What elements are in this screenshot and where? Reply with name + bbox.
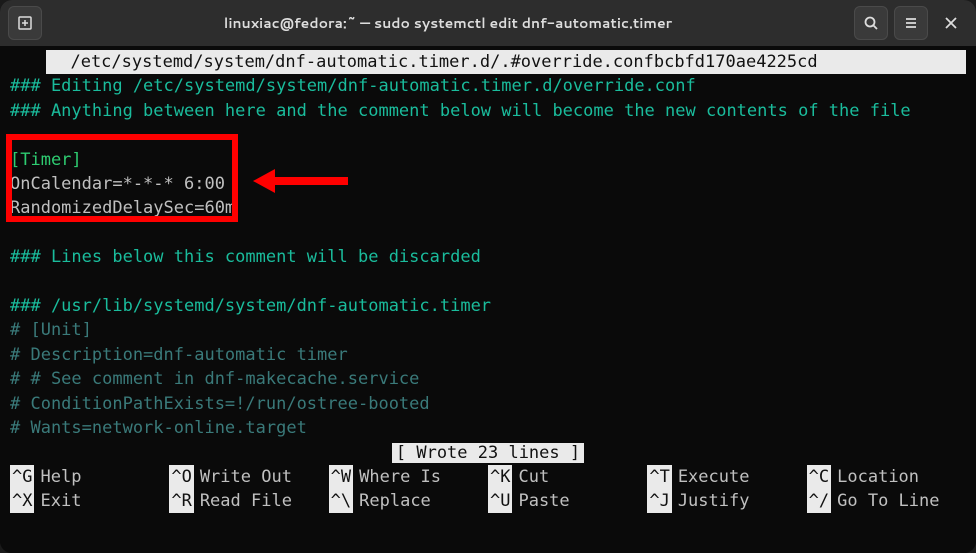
nano-path-display: /etc/systemd/system/dnf-automatic.timer.… — [46, 50, 966, 74]
editor-comment: # # See comment in dnf-makecache.service — [10, 367, 966, 391]
terminal-area[interactable]: /etc/systemd/system/dnf-automatic.timer.… — [0, 46, 976, 553]
shortcut-label: Location — [837, 465, 919, 489]
editor-comment: # ConditionPathExists=!/run/ostree-boote… — [10, 392, 966, 416]
shortcut-key: ^R — [169, 489, 193, 513]
shortcut-label: Exit — [40, 489, 81, 513]
terminal-window: linuxiac@fedora:~ — sudo systemctl edit … — [0, 0, 976, 553]
shortcut-key: ^X — [10, 489, 34, 513]
search-button[interactable] — [854, 6, 888, 40]
shortcut-label: Replace — [359, 489, 431, 513]
shortcut-label: Go To Line — [837, 489, 939, 513]
new-tab-button[interactable] — [8, 6, 42, 40]
hamburger-icon — [903, 15, 919, 31]
shortcut-key: ^J — [647, 489, 671, 513]
shortcut-key: ^\ — [329, 489, 353, 513]
editor-comment: ### Lines below this comment will be dis… — [10, 245, 966, 269]
shortcut-key: ^T — [647, 465, 671, 489]
shortcut-label: Write Out — [200, 465, 292, 489]
shortcut-key: ^W — [329, 465, 353, 489]
shortcut-label: Help — [40, 465, 81, 489]
nano-status: [ Wrote 23 lines ] — [392, 443, 584, 463]
search-icon — [863, 15, 879, 31]
close-button[interactable] — [934, 6, 968, 40]
close-icon — [944, 16, 958, 30]
shortcut-label: Paste — [518, 489, 569, 513]
shortcut-key: ^K — [488, 465, 512, 489]
titlebar: linuxiac@fedora:~ — sudo systemctl edit … — [0, 0, 976, 46]
editor-comment: # Wants=network-online.target — [10, 416, 966, 440]
shortcut-key: ^/ — [807, 489, 831, 513]
editor-comment: # Description=dnf-automatic timer — [10, 343, 966, 367]
shortcut-key: ^U — [488, 489, 512, 513]
editor-comment: ### Anything between here and the commen… — [10, 99, 966, 123]
shortcut-key: ^G — [10, 465, 34, 489]
editor-comment: # [Unit] — [10, 318, 966, 342]
shortcut-key: ^O — [169, 465, 193, 489]
shortcut-label: Cut — [518, 465, 549, 489]
menu-button[interactable] — [894, 6, 928, 40]
shortcut-label: Where Is — [359, 465, 441, 489]
window-title: linuxiac@fedora:~ — sudo systemctl edit … — [50, 13, 846, 33]
editor-comment: ### Editing /etc/systemd/system/dnf-auto… — [10, 74, 966, 98]
shortcut-key: ^C — [807, 465, 831, 489]
shortcut-label: Justify — [678, 489, 750, 513]
config-line: RandomizedDelaySec=60m — [10, 196, 966, 220]
editor-comment: ### /usr/lib/systemd/system/dnf-automati… — [10, 294, 966, 318]
shortcut-label: Execute — [678, 465, 750, 489]
config-line: OnCalendar=*-*-* 6:00 — [10, 172, 966, 196]
shortcut-label: Read File — [200, 489, 292, 513]
nano-shortcuts: ^GHelp ^O Write Out ^WWhere Is ^KCut ^T Ex… — [10, 465, 966, 513]
timer-section-header: [Timer] — [10, 148, 966, 172]
